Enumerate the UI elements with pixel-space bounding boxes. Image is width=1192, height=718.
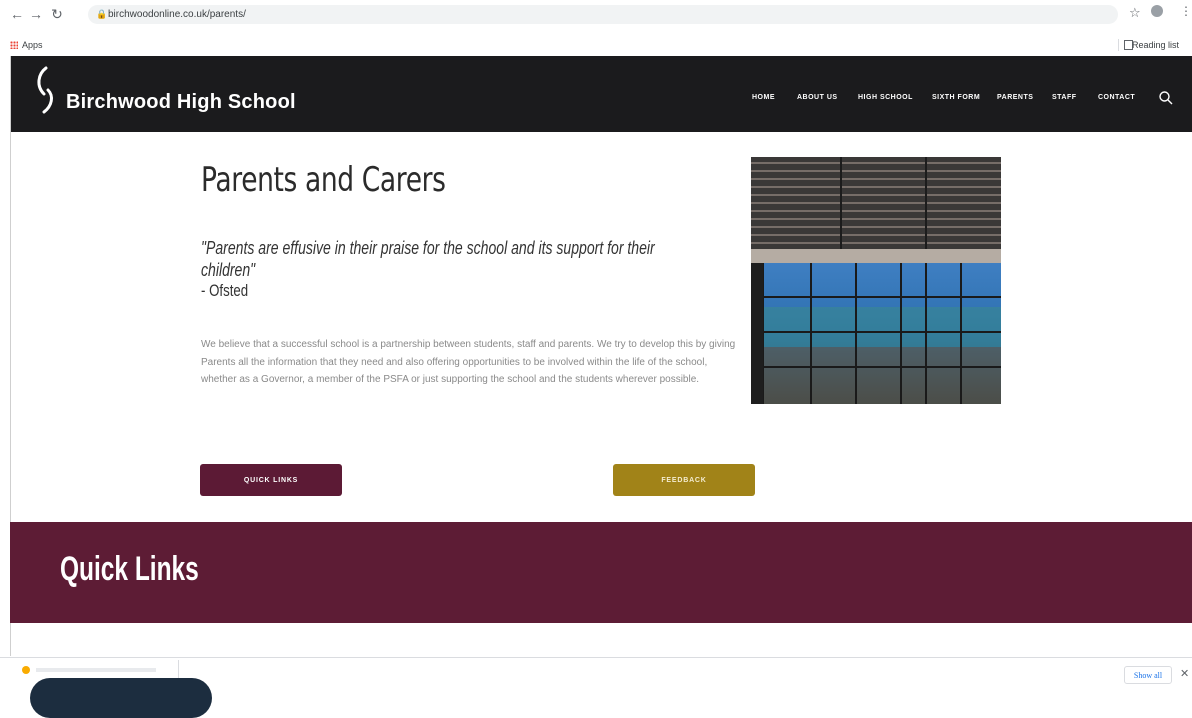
download-item[interactable] <box>22 666 172 676</box>
bookmarks-divider <box>1118 39 1119 51</box>
quick-links-section: Quick Links <box>10 522 1192 623</box>
quick-links-heading: Quick Links <box>60 550 199 588</box>
school-building-image <box>751 157 1001 404</box>
downloads-divider <box>178 660 179 680</box>
ofsted-quote: "Parents are effusive in their praise fo… <box>201 238 655 280</box>
chat-widget[interactable] <box>30 678 212 718</box>
nav-parents[interactable]: PARENTS <box>997 94 1033 101</box>
nav-high-school[interactable]: HIGH SCHOOL <box>858 94 913 101</box>
download-file-icon <box>22 666 30 674</box>
reload-icon[interactable]: ↻ <box>48 6 66 23</box>
browser-toolbar: ← → ↻ 🔒 birchwoodonline.co.uk/parents/ ☆… <box>0 0 1192 36</box>
lock-icon: 🔒 <box>96 9 108 19</box>
nav-about-us[interactable]: ABOUT US <box>797 94 838 101</box>
feedback-button[interactable]: FEEDBACK <box>613 464 755 496</box>
bookmark-star-icon[interactable]: ☆ <box>1129 5 1141 21</box>
nav-staff[interactable]: STAFF <box>1052 94 1077 101</box>
intro-paragraph: We believe that a successful school is a… <box>201 339 736 385</box>
page-title: Parents and Carers <box>201 160 446 200</box>
download-progress <box>36 668 156 672</box>
quick-links-button[interactable]: QUICK LINKS <box>200 464 342 496</box>
quote-source: - Ofsted <box>201 281 249 300</box>
search-icon[interactable] <box>1158 90 1174 106</box>
more-menu-icon[interactable]: ⋮ <box>1180 4 1192 18</box>
address-bar[interactable]: 🔒 birchwoodonline.co.uk/parents/ <box>88 5 1118 24</box>
site-title[interactable]: Birchwood High School <box>66 91 296 114</box>
nav-sixth-form[interactable]: SIXTH FORM <box>932 94 980 101</box>
show-all-downloads-button[interactable]: Show all <box>1124 666 1172 684</box>
nav-contact[interactable]: CONTACT <box>1098 94 1135 101</box>
apps-icon[interactable] <box>10 41 18 49</box>
nav-home[interactable]: HOME <box>752 94 775 101</box>
profile-avatar[interactable] <box>1151 5 1163 17</box>
bookmarks-bar: Apps Reading list <box>0 36 1192 56</box>
back-icon[interactable]: ← <box>8 6 26 22</box>
reading-list-button[interactable]: Reading list <box>1132 40 1179 50</box>
url-text: birchwoodonline.co.uk/parents/ <box>108 9 246 20</box>
school-logo-icon[interactable] <box>32 64 58 116</box>
apps-shortcut[interactable]: Apps <box>22 40 43 50</box>
close-icon[interactable]: ✕ <box>1180 667 1189 680</box>
site-header: Birchwood High School HOME ABOUT US HIGH… <box>10 56 1192 132</box>
forward-icon[interactable]: → <box>27 6 45 22</box>
